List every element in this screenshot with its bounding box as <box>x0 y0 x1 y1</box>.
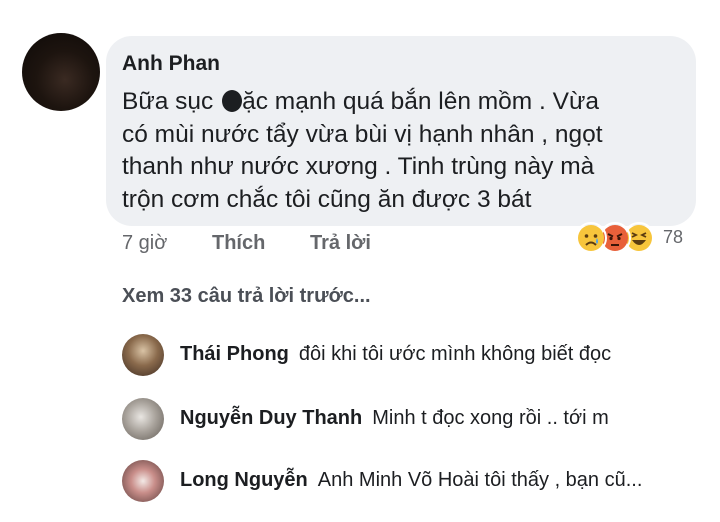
comment-timestamp[interactable]: 7 giờ <box>122 232 167 255</box>
reply-avatar[interactable] <box>122 334 164 376</box>
reply-button[interactable]: Trả lời <box>310 232 371 255</box>
reply-text: đôi khi tôi ước mình không biết đọc <box>298 343 612 365</box>
sad-reaction-icon <box>575 222 607 254</box>
reply-content: Nguyễn Duy Thanh Minh t đọc xong rồi .. t… <box>180 407 609 430</box>
reaction-count: 78 <box>663 227 684 247</box>
like-button[interactable]: Thích <box>212 232 265 255</box>
view-previous-replies-link[interactable]: Xem 33 câu trả lời trước... <box>122 285 371 308</box>
comment-text: Bữa sục ặc mạnh quá bắn lên mồm . Vừa có… <box>122 86 687 216</box>
censor-blot <box>222 90 243 112</box>
comment-text-line-4: trộn cơm chắc tôi cũng ăn được 3 bát <box>122 185 532 213</box>
comment-text-line-3: thanh như nước xương . Tinh trùng này mà <box>122 153 595 180</box>
comment-author-name[interactable]: Anh Phan <box>122 52 220 76</box>
reply-avatar[interactable] <box>122 460 164 502</box>
reply-text: Anh Minh Võ Hoài tôi thấy , bạn cũ... <box>317 469 643 491</box>
reply-avatar[interactable] <box>122 398 164 440</box>
comment-text-line-2: có mùi nước tẩy vừa bùi vị hạnh nhân , n… <box>122 120 603 148</box>
reply-author-name[interactable]: Thái Phong <box>180 343 289 365</box>
reply-author-name[interactable]: Long Nguyễn <box>180 469 308 491</box>
reply-text: Minh t đọc xong rồi .. tới m <box>372 407 609 429</box>
comment-text-line-1b: ặc mạnh quá bắn lên mồm . Vừa <box>242 88 599 115</box>
comment-author-avatar[interactable] <box>22 33 100 111</box>
reply-author-name[interactable]: Nguyễn Duy Thanh <box>180 407 362 429</box>
reply-content: Long Nguyễn Anh Minh Võ Hoài tôi thấy , b… <box>180 469 642 492</box>
reply-content: Thái Phong đôi khi tôi ước mình không biế… <box>180 343 611 366</box>
comment-text-line-1a: Bữa sục <box>122 88 221 115</box>
